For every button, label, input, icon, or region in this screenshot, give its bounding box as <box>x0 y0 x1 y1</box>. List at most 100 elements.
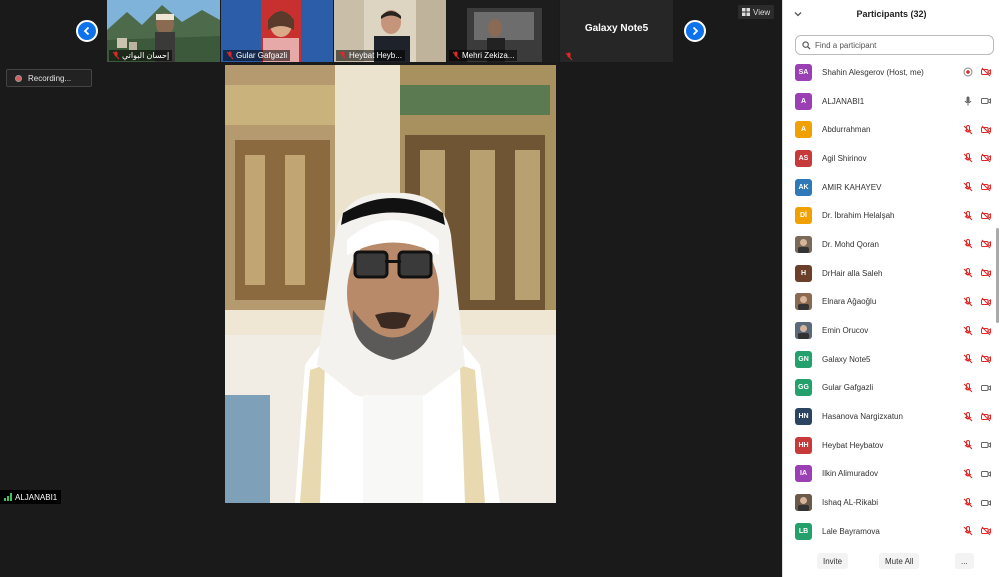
mic-muted-icon[interactable] <box>963 182 973 192</box>
participant-status-icons <box>963 201 991 230</box>
video-off-icon[interactable] <box>981 412 991 422</box>
video-thumbnail[interactable]: Heybat Heyb... <box>334 0 446 62</box>
avatar: LB <box>795 522 812 540</box>
mic-muted-icon[interactable] <box>963 210 973 221</box>
video-thumbnail[interactable]: Galaxy Note5 <box>560 0 673 62</box>
mic-muted-icon[interactable] <box>963 153 973 163</box>
participant-row[interactable]: GG Gular Gafgazli <box>783 374 995 403</box>
video-on-icon[interactable] <box>981 498 991 508</box>
avatar-photo <box>795 293 812 311</box>
avatar-photo <box>795 494 812 512</box>
mic-muted-icon[interactable] <box>963 239 973 249</box>
mic-muted-icon[interactable] <box>963 440 973 450</box>
view-mode-button[interactable]: View <box>738 5 775 19</box>
video-off-icon[interactable] <box>981 297 991 307</box>
mic-on-icon[interactable] <box>963 96 973 106</box>
video-off-icon[interactable] <box>981 526 991 536</box>
video-off-icon[interactable] <box>981 153 991 163</box>
video-thumbnail[interactable]: Gular Gafgazli <box>221 0 333 62</box>
participant-row[interactable]: LB Lale Bayramova <box>783 517 995 546</box>
participant-row[interactable]: Elnara Ağaoğlu <box>783 288 995 317</box>
video-off-icon[interactable] <box>981 67 991 77</box>
participant-row[interactable]: SA Shahin Alesgerov (Host, me) <box>783 58 995 87</box>
avatar <box>795 293 812 311</box>
panel-header: Participants (32) <box>783 0 1000 27</box>
participant-row[interactable]: AK AMIR KAHAYEV <box>783 173 995 202</box>
mic-muted-icon[interactable] <box>963 497 973 508</box>
screen-share-icon[interactable] <box>963 67 973 77</box>
chevron-right-icon <box>692 26 699 36</box>
mic-muted-icon[interactable] <box>963 354 973 364</box>
participant-name: Abdurrahman <box>822 125 871 135</box>
participant-row[interactable]: HH Heybat Heybatov <box>783 431 995 460</box>
participant-row[interactable]: Dr. Mohd Qoran <box>783 230 995 259</box>
participant-name-label: Heybat Heyb... <box>336 50 405 61</box>
participant-name: Agil Shirinov <box>822 153 867 163</box>
mic-muted-icon <box>452 51 460 60</box>
mic-muted-icon <box>112 51 120 60</box>
participant-row[interactable]: HN Hasanova Nargizxatun <box>783 402 995 431</box>
mic-muted-icon[interactable] <box>963 468 973 479</box>
avatar: AS <box>795 149 812 167</box>
participant-name: Heybat Heyb... <box>349 51 402 60</box>
video-on-icon[interactable] <box>981 383 991 393</box>
participant-name: Shahin Alesgerov (Host, me) <box>822 67 924 77</box>
mic-muted-icon[interactable] <box>963 325 973 336</box>
video-off-icon[interactable] <box>981 268 991 278</box>
participant-status-icons <box>963 517 991 546</box>
video-on-icon[interactable] <box>981 96 991 106</box>
next-page-button[interactable] <box>684 20 706 42</box>
video-on-icon[interactable] <box>981 440 991 450</box>
mic-muted-icon[interactable] <box>963 411 973 422</box>
participant-name: Lale Bayramova <box>822 526 880 536</box>
search-icon <box>802 40 811 50</box>
video-off-icon[interactable] <box>981 354 991 364</box>
previous-page-button[interactable] <box>76 20 98 42</box>
video-on-icon[interactable] <box>981 469 991 479</box>
mic-muted-icon[interactable] <box>963 268 973 278</box>
video-off-icon[interactable] <box>981 211 991 221</box>
participant-row[interactable]: IA Ilkin Alimuradov <box>783 460 995 489</box>
participant-name: Dr. İbrahim Helalşah <box>822 211 895 221</box>
participant-row[interactable]: Dİ Dr. İbrahim Helalşah <box>783 201 995 230</box>
participant-row[interactable]: A Abdurrahman <box>783 115 995 144</box>
chevron-left-icon <box>83 26 90 36</box>
more-options-button[interactable]: ... <box>955 553 974 569</box>
participant-name: Gular Gafgazli <box>822 383 874 393</box>
participant-name: Ishaq AL-Rikabi <box>822 498 879 508</box>
mic-muted-icon[interactable] <box>963 526 973 536</box>
recording-label: Recording... <box>28 73 72 83</box>
panel-title: Participants (32) <box>856 8 927 19</box>
video-off-icon[interactable] <box>981 326 991 336</box>
search-input[interactable] <box>815 40 985 50</box>
participant-status-icons <box>963 173 991 202</box>
invite-button[interactable]: Invite <box>817 553 849 569</box>
video-thumbnail[interactable]: Mehri Zekiza... <box>447 0 559 62</box>
participant-row[interactable]: H DrHair alla Saleh <box>783 259 995 288</box>
avatar: A <box>795 121 812 139</box>
participant-name: Heybat Heybatov <box>822 440 884 450</box>
avatar: Dİ <box>795 207 812 225</box>
participant-search[interactable] <box>795 35 994 55</box>
chevron-down-icon[interactable] <box>793 9 803 19</box>
participant-row[interactable]: Emin Orucov <box>783 316 995 345</box>
participant-row[interactable]: AS Agil Shirinov <box>783 144 995 173</box>
panel-scrollbar[interactable] <box>996 228 999 323</box>
video-off-icon[interactable] <box>981 239 991 249</box>
mic-muted-icon[interactable] <box>963 296 973 307</box>
video-off-icon[interactable] <box>981 182 991 192</box>
participant-row[interactable]: GN Galaxy Note5 <box>783 345 995 374</box>
participant-name: Galaxy Note5 <box>822 354 871 364</box>
participant-status-icons <box>963 345 991 374</box>
video-off-icon[interactable] <box>981 125 991 135</box>
mute-all-button[interactable]: Mute All <box>879 553 920 569</box>
participant-status-icons <box>963 58 991 87</box>
mic-muted-icon[interactable] <box>963 124 973 135</box>
participants-panel: Participants (32) SA Shahin Alesgerov (Ho… <box>782 0 1000 577</box>
recording-indicator[interactable]: Recording... <box>6 69 92 87</box>
participant-row[interactable]: A ALJANABI1 <box>783 87 995 116</box>
participant-name: Hasanova Nargizxatun <box>822 412 903 422</box>
mic-muted-icon[interactable] <box>963 382 973 393</box>
video-thumbnail[interactable]: إحسان البواتي <box>107 0 220 62</box>
participant-row[interactable]: Ishaq AL-Rikabi <box>783 488 995 517</box>
